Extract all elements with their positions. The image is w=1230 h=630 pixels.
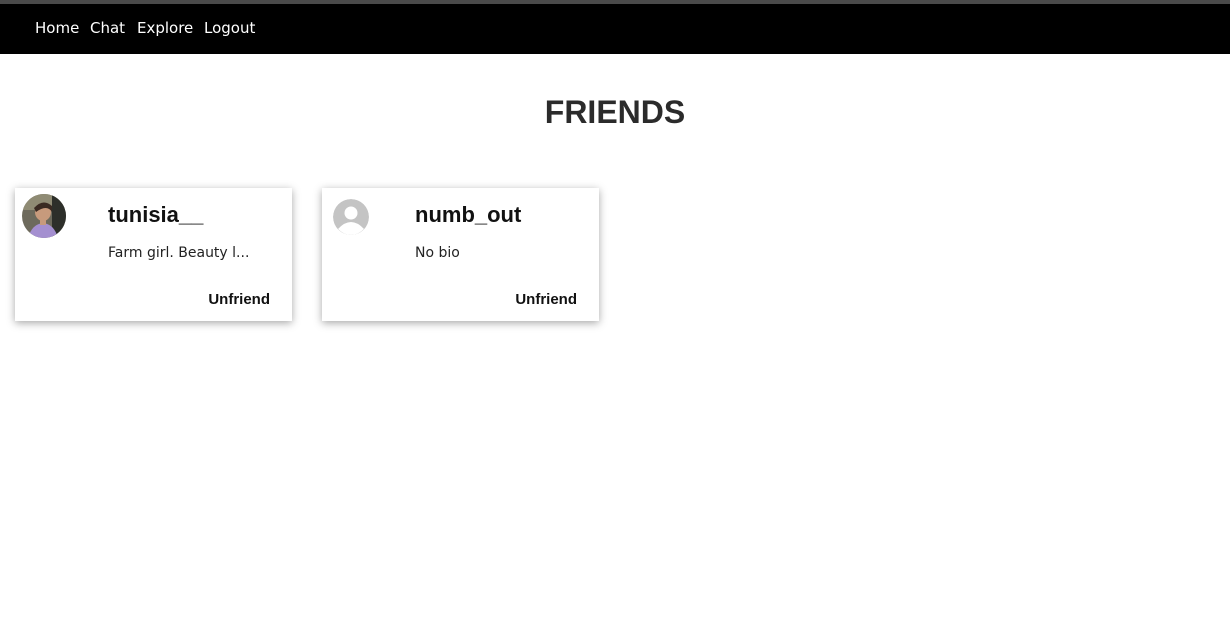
top-navbar: Home Chat Explore Logout	[0, 4, 1230, 54]
friend-card: numb_out No bio Unfriend	[322, 188, 599, 321]
friend-card: tunisia__ Farm girl. Beauty l... Unfrien…	[15, 188, 292, 321]
nav-link-chat[interactable]: Chat	[90, 19, 125, 37]
profile-photo-icon	[22, 194, 66, 238]
unfriend-button[interactable]: Unfriend	[515, 291, 577, 308]
nav-link-home[interactable]: Home	[35, 19, 79, 37]
friend-username[interactable]: tunisia__	[108, 202, 203, 228]
nav-link-explore[interactable]: Explore	[137, 19, 193, 37]
page-title: FRIENDS	[544, 94, 686, 130]
avatar[interactable]	[22, 194, 66, 238]
friend-bio: Farm girl. Beauty l...	[108, 245, 250, 261]
friend-username[interactable]: numb_out	[415, 202, 521, 228]
avatar[interactable]	[333, 199, 369, 235]
unfriend-button[interactable]: Unfriend	[208, 291, 270, 308]
nav-link-logout[interactable]: Logout	[204, 19, 255, 37]
default-user-icon	[333, 199, 369, 235]
friend-bio: No bio	[415, 245, 460, 261]
